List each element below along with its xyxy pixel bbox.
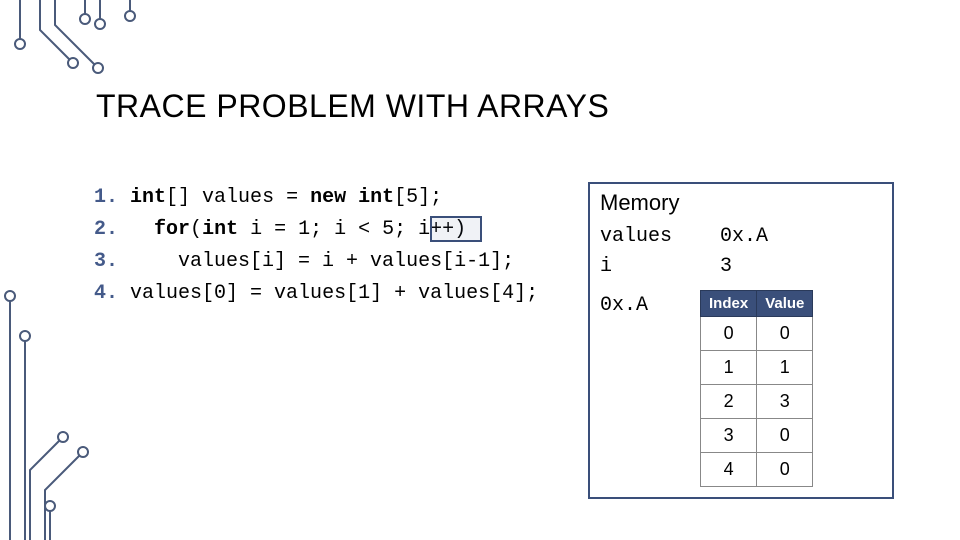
line-number: 2. bbox=[94, 218, 118, 241]
line-number: 1. bbox=[94, 186, 118, 209]
memory-var-row: i 3 bbox=[600, 252, 882, 282]
memory-var-value: 3 bbox=[720, 252, 732, 282]
memory-var-name: values bbox=[600, 222, 720, 252]
table-header-index: Index bbox=[701, 291, 757, 317]
array-address: 0x.A bbox=[600, 290, 700, 317]
line-number: 3. bbox=[94, 250, 118, 273]
table-row: 00 bbox=[701, 317, 813, 351]
table-row: 30 bbox=[701, 419, 813, 453]
code-block: 1. int[] values = new int[5]; 2. for(int… bbox=[94, 182, 538, 310]
array-table: Index Value 00 11 23 30 40 bbox=[700, 290, 813, 487]
memory-var-row: values 0x.A bbox=[600, 222, 882, 252]
slide-title: TRACE PROBLEM WITH ARRAYS bbox=[96, 88, 609, 125]
table-header-value: Value bbox=[757, 291, 813, 317]
memory-var-name: i bbox=[600, 252, 720, 282]
trace-highlight bbox=[430, 216, 482, 242]
memory-var-value: 0x.A bbox=[720, 222, 768, 252]
table-row: 11 bbox=[701, 351, 813, 385]
memory-heading: Memory bbox=[600, 190, 882, 216]
table-row: 23 bbox=[701, 385, 813, 419]
line-number: 4. bbox=[94, 282, 118, 305]
table-row: 40 bbox=[701, 453, 813, 487]
memory-panel: Memory values 0x.A i 3 0x.A Index Value … bbox=[588, 182, 894, 499]
